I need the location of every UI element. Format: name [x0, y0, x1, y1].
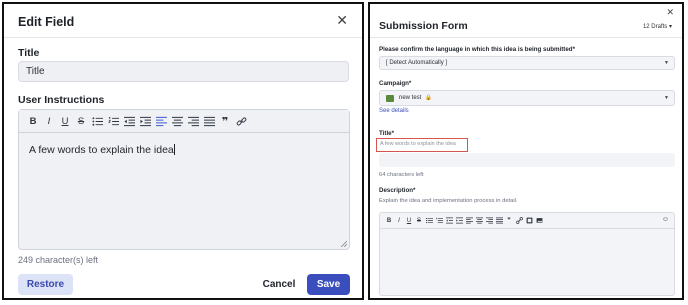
numbered-list-icon[interactable]	[434, 215, 444, 227]
align-left-icon[interactable]	[464, 215, 474, 227]
title-characters-left: 64 characters left	[379, 172, 424, 178]
italic-button[interactable]: I	[394, 215, 404, 227]
underline-button[interactable]: U	[404, 215, 414, 227]
indent-icon[interactable]	[454, 215, 464, 227]
resize-handle-icon[interactable]	[340, 240, 347, 247]
outdent-icon[interactable]	[444, 215, 454, 227]
editor-toolbar: B I U S ❞	[380, 213, 674, 229]
characters-left: 249 character(s) left	[18, 255, 99, 265]
campaign-label: Campaign*	[379, 80, 412, 87]
chevron-down-icon: ▼	[664, 60, 669, 66]
editor-toolbar: B I U S ❞	[19, 110, 349, 133]
text-caret	[173, 144, 175, 155]
bold-button[interactable]: B	[384, 215, 394, 227]
title-instructions-highlight: A few words to explain the idea	[376, 138, 468, 152]
form-title: Submission Form	[379, 20, 468, 32]
quote-icon[interactable]: ❞	[504, 215, 514, 227]
media-icon[interactable]	[524, 215, 534, 227]
title-label: Title*	[379, 130, 395, 137]
drafts-dropdown[interactable]: 12 Drafts ▾	[643, 23, 672, 30]
quote-icon[interactable]: ❞	[217, 113, 233, 129]
bullet-list-icon[interactable]	[89, 113, 105, 129]
submission-form-panel: ✕ Submission Form 12 Drafts ▾ Please con…	[368, 2, 684, 300]
italic-button[interactable]: I	[41, 113, 57, 129]
title-input[interactable]	[379, 153, 675, 167]
rich-text-editor[interactable]: B I U S ❞ A few words to explain the ide…	[18, 109, 350, 250]
cancel-button[interactable]: Cancel	[259, 274, 299, 295]
language-select[interactable]: [ Detect Automatically ] ▼	[379, 56, 675, 70]
outdent-icon[interactable]	[121, 113, 137, 129]
restore-button[interactable]: Restore	[18, 274, 73, 295]
align-center-icon[interactable]	[169, 113, 185, 129]
align-right-icon[interactable]	[185, 113, 201, 129]
link-icon[interactable]	[514, 215, 524, 227]
see-details-link[interactable]: See details	[379, 108, 409, 114]
align-right-icon[interactable]	[484, 215, 494, 227]
edit-field-dialog: Edit Field ✕ Title Title User Instructio…	[2, 2, 364, 300]
strikethrough-button[interactable]: S	[414, 215, 424, 227]
align-center-icon[interactable]	[474, 215, 484, 227]
align-justify-icon[interactable]	[201, 113, 217, 129]
description-editor[interactable]: B I U S ❞ ☺	[379, 212, 675, 296]
divider	[4, 37, 362, 38]
indent-icon[interactable]	[137, 113, 153, 129]
numbered-list-icon[interactable]	[105, 113, 121, 129]
emoji-icon[interactable]: ☺	[662, 216, 669, 223]
divider	[370, 37, 682, 38]
close-icon[interactable]: ✕	[336, 13, 348, 27]
bold-button[interactable]: B	[25, 113, 41, 129]
bullet-list-icon[interactable]	[424, 215, 434, 227]
dialog-title: Edit Field	[18, 15, 75, 29]
save-button[interactable]: Save	[307, 274, 350, 295]
chevron-down-icon: ▼	[664, 95, 669, 101]
user-instructions-label: User Instructions	[18, 94, 105, 106]
title-input[interactable]: Title	[18, 61, 349, 82]
campaign-image-icon	[386, 94, 394, 102]
language-label: Please confirm the language in which thi…	[379, 46, 575, 53]
image-icon[interactable]	[534, 215, 544, 227]
link-icon[interactable]	[233, 113, 249, 129]
editor-content[interactable]: A few words to explain the idea	[29, 144, 175, 156]
align-justify-icon[interactable]	[494, 215, 504, 227]
title-label: Title	[18, 47, 40, 59]
align-left-icon[interactable]	[153, 113, 169, 129]
description-label: Description*	[379, 187, 416, 194]
campaign-select[interactable]: new test 🔒 ▼	[379, 90, 675, 106]
lock-icon: 🔒	[425, 95, 433, 101]
description-hint: Explain the idea and implementation proc…	[379, 198, 518, 204]
strikethrough-button[interactable]: S	[73, 113, 89, 129]
underline-button[interactable]: U	[57, 113, 73, 129]
close-icon[interactable]: ✕	[666, 7, 674, 18]
